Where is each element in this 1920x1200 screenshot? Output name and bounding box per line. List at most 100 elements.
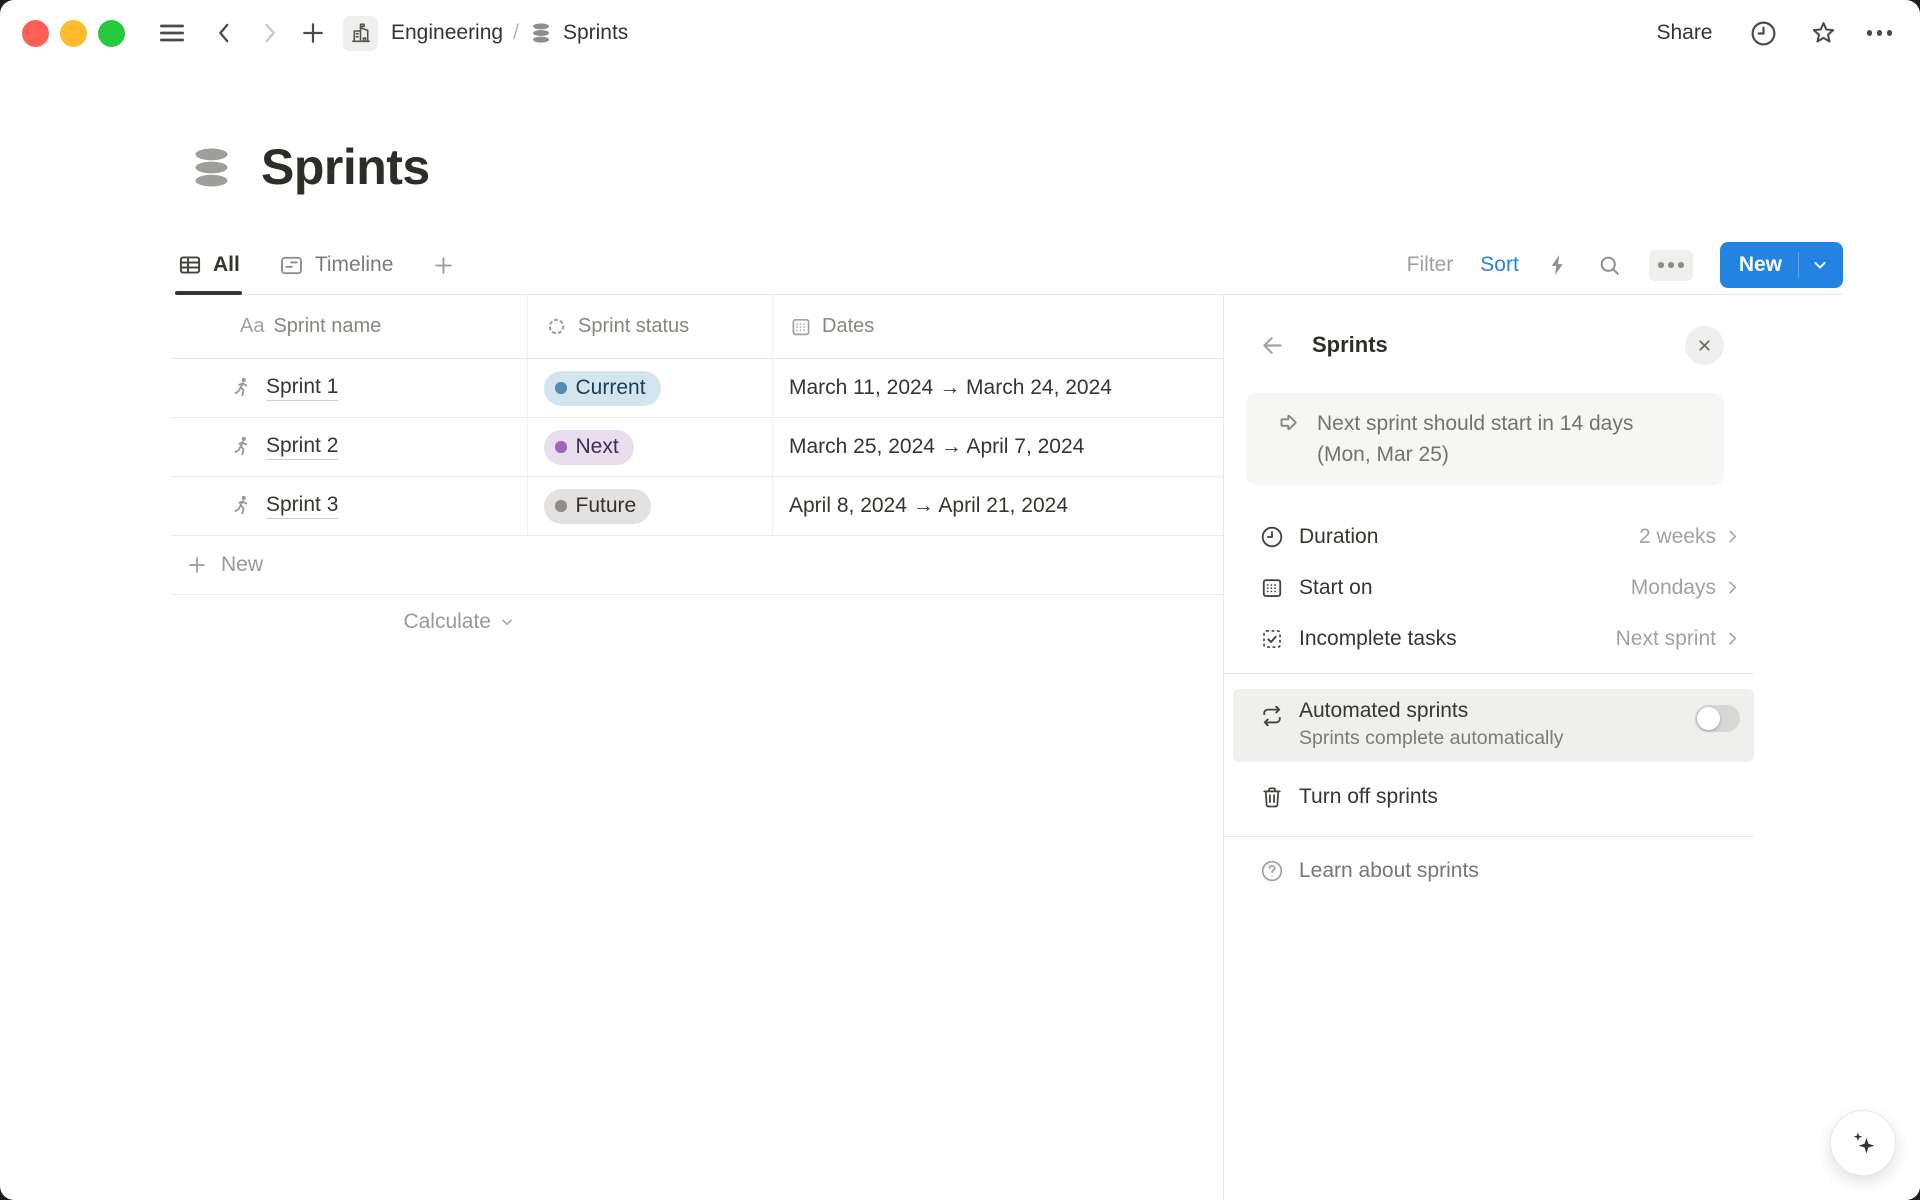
share-button[interactable]: Share	[1656, 21, 1712, 45]
close-icon[interactable]	[1685, 326, 1724, 365]
sprint-page-link[interactable]: Sprint 2	[266, 434, 338, 460]
tab-timeline[interactable]: Timeline	[278, 236, 394, 294]
turn-off-label: Turn off sprints	[1299, 785, 1438, 809]
clock-icon	[1259, 524, 1285, 550]
column-label: Dates	[822, 315, 874, 338]
toggle-knob	[1697, 707, 1720, 730]
trash-icon	[1259, 784, 1285, 810]
new-row-button[interactable]: New	[171, 536, 1223, 595]
cell-sprint-name[interactable]: Sprint 2	[171, 418, 528, 476]
column-sprint-name[interactable]: Aa Sprint name	[171, 295, 528, 358]
breadcrumb-page[interactable]: Sprints	[563, 21, 628, 45]
database-icon-large[interactable]	[188, 144, 235, 191]
database-icon	[529, 21, 553, 45]
cell-dates[interactable]: March 25, 2024 → April 7, 2024	[773, 418, 1223, 476]
window-topbar: Engineering / Sprints Share	[0, 0, 1920, 66]
learn-label: Learn about sprints	[1299, 859, 1479, 883]
sprint-page-link[interactable]: Sprint 3	[266, 493, 338, 519]
more-options-icon[interactable]	[1867, 30, 1893, 36]
status-badge[interactable]: Current	[544, 371, 661, 406]
column-sprint-status[interactable]: Sprint status	[528, 295, 773, 358]
help-circle-icon	[1259, 858, 1285, 884]
calculate-button[interactable]: Calculate	[171, 595, 528, 649]
chevron-right-icon	[1723, 629, 1742, 648]
turn-off-sprints-button[interactable]: Turn off sprints	[1233, 767, 1754, 827]
setting-start-on[interactable]: Start on Mondays	[1233, 562, 1754, 613]
add-view-icon[interactable]	[431, 253, 456, 278]
calendar-icon	[789, 315, 813, 339]
workspace-building-icon[interactable]	[343, 16, 378, 51]
automated-toggle[interactable]	[1695, 705, 1740, 732]
learn-about-sprints-link[interactable]: Learn about sprints	[1233, 842, 1754, 900]
back-icon[interactable]	[211, 20, 237, 46]
ai-sparkles-button[interactable]	[1830, 1110, 1896, 1176]
status-label: Future	[576, 494, 637, 518]
divider	[1224, 673, 1754, 674]
table-row[interactable]: Sprint 2 Next March 25, 2024 → April 7, …	[171, 418, 1223, 477]
status-spinner-icon	[544, 314, 569, 339]
sprint-page-link[interactable]: Sprint 1	[266, 375, 338, 401]
checkbox-dashed-icon	[1259, 626, 1285, 652]
sprint-runner-icon	[229, 375, 255, 401]
favorite-star-icon[interactable]	[1809, 19, 1838, 48]
new-page-icon[interactable]	[299, 19, 327, 47]
traffic-lights	[22, 20, 125, 47]
cell-sprint-status[interactable]: Future	[528, 477, 773, 535]
automated-sublabel: Sprints complete automatically	[1299, 727, 1563, 750]
new-button-label[interactable]: New	[1720, 253, 1798, 277]
repeat-icon	[1259, 703, 1285, 750]
table-row[interactable]: Sprint 3 Future April 8, 2024 → April 21…	[171, 477, 1223, 536]
cell-sprint-status[interactable]: Current	[528, 359, 773, 417]
sprint-runner-icon	[229, 434, 255, 460]
automated-sprints-row[interactable]: Automated sprints Sprints complete autom…	[1233, 689, 1754, 762]
sidebar-toggle-icon[interactable]	[157, 18, 187, 48]
calendar-icon	[1259, 575, 1285, 601]
cell-sprint-name[interactable]: Sprint 1	[171, 359, 528, 417]
table-row[interactable]: Sprint 1 Current March 11, 2024 → March …	[171, 359, 1223, 418]
chevron-down-icon	[498, 613, 516, 631]
new-button[interactable]: New	[1720, 242, 1843, 288]
setting-incomplete-tasks[interactable]: Incomplete tasks Next sprint	[1233, 613, 1754, 664]
column-label: Sprint name	[273, 315, 381, 338]
automated-text: Automated sprints Sprints complete autom…	[1299, 699, 1563, 750]
chevron-right-icon	[1723, 578, 1742, 597]
panel-header: Sprints	[1259, 325, 1724, 365]
filter-button[interactable]: Filter	[1407, 253, 1454, 277]
cell-sprint-name[interactable]: Sprint 3	[171, 477, 528, 535]
setting-label: Start on	[1299, 576, 1373, 600]
timeline-view-icon	[278, 252, 305, 279]
history-clock-icon[interactable]	[1749, 19, 1778, 48]
status-dot	[555, 500, 567, 512]
minimize-window-button[interactable]	[60, 20, 87, 47]
setting-value: 2 weeks	[1639, 525, 1716, 549]
breadcrumb-workspace[interactable]: Engineering	[391, 21, 503, 45]
plus-icon	[185, 553, 209, 577]
close-window-button[interactable]	[22, 20, 49, 47]
setting-duration[interactable]: Duration 2 weeks	[1233, 511, 1754, 562]
lightning-icon[interactable]	[1546, 253, 1570, 277]
automated-label: Automated sprints	[1299, 699, 1563, 723]
back-arrow-icon[interactable]	[1259, 332, 1286, 359]
tab-all-label: All	[213, 253, 240, 277]
status-badge[interactable]: Next	[544, 430, 634, 465]
sprints-table: Aa Sprint name Sprint status Dates	[171, 295, 1223, 649]
cell-dates[interactable]: March 11, 2024 → March 24, 2024	[773, 359, 1223, 417]
column-dates[interactable]: Dates	[773, 295, 1223, 358]
sparkles-icon	[1847, 1127, 1879, 1159]
new-dropdown-icon[interactable]	[1799, 255, 1843, 275]
sort-button[interactable]: Sort	[1480, 253, 1519, 277]
date-range: March 25, 2024 → April 7, 2024	[789, 435, 1084, 459]
tab-timeline-label: Timeline	[315, 253, 394, 277]
cell-sprint-status[interactable]: Next	[528, 418, 773, 476]
status-dot	[555, 441, 567, 453]
forward-icon[interactable]	[257, 20, 283, 46]
status-badge[interactable]: Future	[544, 489, 651, 524]
next-sprint-notice: Next sprint should start in 14 days (Mon…	[1246, 393, 1724, 485]
sprint-settings-panel: Sprints Next sprint should start in 14 d…	[1223, 295, 1920, 1200]
cell-dates[interactable]: April 8, 2024 → April 21, 2024	[773, 477, 1223, 535]
notion-window: Engineering / Sprints Share Sprints All	[0, 0, 1920, 1200]
view-options-icon[interactable]	[1649, 250, 1693, 281]
fullscreen-window-button[interactable]	[98, 20, 125, 47]
tab-all[interactable]: All	[177, 236, 240, 294]
search-icon[interactable]	[1597, 253, 1622, 278]
